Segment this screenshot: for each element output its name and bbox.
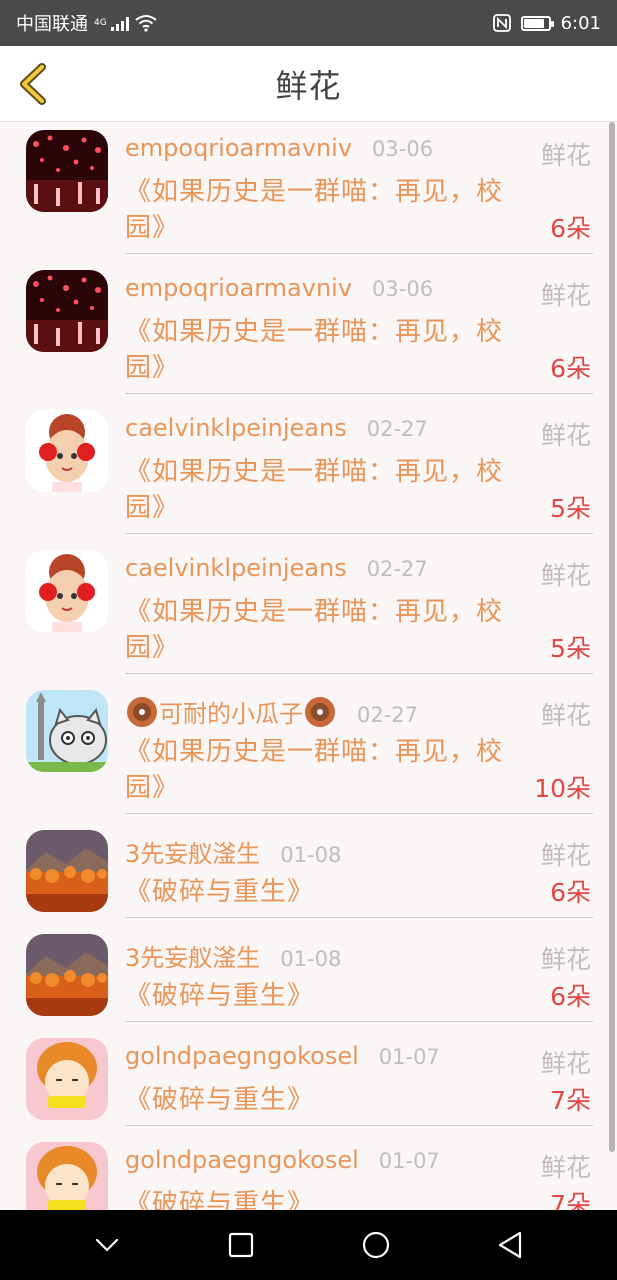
flower-count: 6朵 (550, 354, 591, 383)
avatar[interactable] (26, 550, 108, 632)
list-item[interactable]: golndpaegngokosel 01-07 鲜花 《破碎与重生》 7朵 (0, 1134, 617, 1210)
flower-count: 6朵 (550, 982, 591, 1011)
flower-count: 7朵 (550, 1190, 591, 1210)
username: 可耐的小瓜子 (159, 700, 303, 728)
date: 01-08 (280, 843, 342, 867)
system-navigation-bar (0, 1210, 617, 1280)
username[interactable]: 3先妄舣滏生 (125, 938, 260, 973)
username[interactable]: empoqrioarmavniv (125, 134, 352, 162)
gift-type: 鲜花 (540, 945, 591, 974)
date: 02-27 (366, 417, 428, 441)
avatar[interactable] (26, 1038, 108, 1120)
book-title[interactable]: 《如果历史是一群喵：再见，校园》 (125, 454, 525, 526)
back-nav-button[interactable] (485, 1220, 535, 1270)
list-item[interactable]: caelvinklpeinjeans 02-27 鲜花 《如果历史是一群喵：再见… (0, 402, 617, 542)
item-content: caelvinklpeinjeans 02-27 鲜花 《如果历史是一群喵：再见… (125, 410, 593, 534)
item-content: empoqrioarmavniv 03-06 鲜花 《如果历史是一群喵：再见，校… (125, 270, 593, 394)
date: 03-06 (372, 277, 434, 301)
donut-emoji-icon (127, 697, 157, 727)
circle-icon (362, 1231, 389, 1259)
gift-type: 鲜花 (540, 421, 591, 450)
flower-count: 5朵 (550, 634, 591, 663)
wifi-icon (135, 15, 157, 32)
scrollbar[interactable] (609, 122, 615, 1152)
page-title: 鲜花 (275, 66, 342, 105)
avatar[interactable] (26, 934, 108, 1016)
gift-type: 鲜花 (540, 1049, 591, 1078)
date: 01-08 (280, 947, 342, 971)
book-title[interactable]: 《破碎与重生》 (125, 1082, 525, 1118)
network-type: 4G (94, 18, 107, 28)
app-header: 鲜花 (0, 46, 617, 122)
item-content: caelvinklpeinjeans 02-27 鲜花 《如果历史是一群喵：再见… (125, 550, 593, 674)
chevron-left-icon (20, 63, 46, 105)
gift-type: 鲜花 (540, 841, 591, 870)
date: 02-27 (357, 703, 419, 727)
flower-count: 6朵 (550, 878, 591, 907)
username[interactable]: golndpaegngokosel (125, 1146, 359, 1174)
list-item[interactable]: empoqrioarmavniv 03-06 鲜花 《如果历史是一群喵：再见，校… (0, 262, 617, 402)
item-content: golndpaegngokosel 01-07 鲜花 《破碎与重生》 7朵 (125, 1038, 593, 1126)
avatar[interactable] (26, 690, 108, 772)
username-container[interactable]: 可耐的小瓜子 (125, 694, 337, 729)
battery-icon (520, 15, 554, 31)
donut-emoji-icon (305, 697, 335, 727)
date: 02-27 (366, 557, 428, 581)
nfc-icon (492, 14, 511, 32)
date: 03-06 (372, 137, 434, 161)
triangle-back-icon (498, 1231, 521, 1259)
gift-type: 鲜花 (540, 141, 591, 170)
list-item[interactable]: 3先妄舣滏生 01-08 鲜花 《破碎与重生》 6朵 (0, 926, 617, 1030)
flower-count: 5朵 (550, 494, 591, 523)
gift-type: 鲜花 (540, 1153, 591, 1182)
username[interactable]: 3先妄舣滏生 (125, 834, 260, 869)
username[interactable]: empoqrioarmavniv (125, 274, 352, 302)
date: 01-07 (378, 1045, 440, 1069)
avatar[interactable] (26, 130, 108, 212)
collapse-button[interactable] (82, 1220, 132, 1270)
book-title[interactable]: 《破碎与重生》 (125, 1186, 525, 1210)
username[interactable]: caelvinklpeinjeans (125, 554, 347, 582)
item-content: 可耐的小瓜子 02-27 鲜花 《如果历史是一群喵：再见，校园》 10朵 (125, 690, 593, 814)
clock: 6:01 (560, 12, 601, 34)
carrier-label: 中国联通 (16, 14, 88, 35)
book-title[interactable]: 《如果历史是一群喵：再见，校园》 (125, 734, 525, 806)
flower-count: 6朵 (550, 214, 591, 243)
back-button[interactable] (14, 62, 52, 106)
home-button[interactable] (351, 1220, 401, 1270)
avatar[interactable] (26, 830, 108, 912)
recents-button[interactable] (216, 1220, 266, 1270)
list-item[interactable]: caelvinklpeinjeans 02-27 鲜花 《如果历史是一群喵：再见… (0, 542, 617, 682)
item-content: 3先妄舣滏生 01-08 鲜花 《破碎与重生》 6朵 (125, 830, 593, 918)
signal-icon (110, 15, 129, 31)
flower-count: 10朵 (534, 774, 591, 803)
date: 01-07 (378, 1149, 440, 1173)
book-title[interactable]: 《破碎与重生》 (125, 978, 525, 1014)
item-content: 3先妄舣滏生 01-08 鲜花 《破碎与重生》 6朵 (125, 934, 593, 1022)
list-item[interactable]: 3先妄舣滏生 01-08 鲜花 《破碎与重生》 6朵 (0, 822, 617, 926)
list-item[interactable]: 可耐的小瓜子 02-27 鲜花 《如果历史是一群喵：再见，校园》 10朵 (0, 682, 617, 822)
gift-type: 鲜花 (540, 281, 591, 310)
avatar[interactable] (26, 410, 108, 492)
gift-type: 鲜花 (540, 701, 591, 730)
square-icon (229, 1232, 254, 1258)
avatar[interactable] (26, 270, 108, 352)
book-title[interactable]: 《如果历史是一群喵：再见，校园》 (125, 594, 525, 666)
username[interactable]: caelvinklpeinjeans (125, 414, 347, 442)
avatar[interactable] (26, 1142, 108, 1210)
item-content: golndpaegngokosel 01-07 鲜花 《破碎与重生》 7朵 (125, 1142, 593, 1210)
item-content: empoqrioarmavniv 03-06 鲜花 《如果历史是一群喵：再见，校… (125, 130, 593, 254)
gift-type: 鲜花 (540, 561, 591, 590)
status-bar: 中国联通 4G 6:01 (0, 0, 617, 46)
username[interactable]: golndpaegngokosel (125, 1042, 359, 1070)
list-item[interactable]: golndpaegngokosel 01-07 鲜花 《破碎与重生》 7朵 (0, 1030, 617, 1134)
flower-record-list: empoqrioarmavniv 03-06 鲜花 《如果历史是一群喵：再见，校… (0, 122, 617, 1210)
chevron-down-icon (96, 1238, 119, 1252)
book-title[interactable]: 《如果历史是一群喵：再见，校园》 (125, 174, 525, 246)
book-title[interactable]: 《如果历史是一群喵：再见，校园》 (125, 314, 525, 386)
flower-count: 7朵 (550, 1086, 591, 1115)
book-title[interactable]: 《破碎与重生》 (125, 874, 525, 910)
list-item[interactable]: empoqrioarmavniv 03-06 鲜花 《如果历史是一群喵：再见，校… (0, 122, 617, 262)
